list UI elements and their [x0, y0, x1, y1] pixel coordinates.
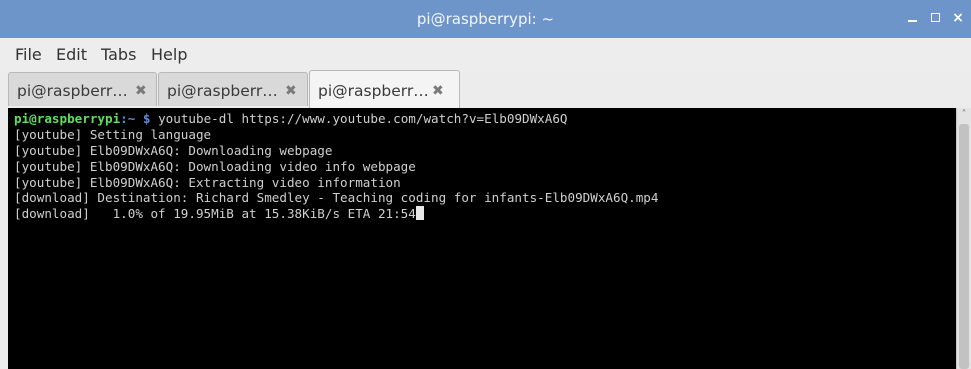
terminal-output-area[interactable]: pi@raspberrypi:~ $ youtube-dl https://ww…: [8, 108, 956, 369]
terminal-tab-3-active[interactable]: pi@raspberr… ✖: [309, 70, 460, 108]
menu-file[interactable]: File: [15, 38, 42, 72]
output-line: [youtube] Setting language: [14, 126, 212, 142]
terminal-tab-2[interactable]: pi@raspberr… ✖: [158, 72, 308, 106]
menu-edit[interactable]: Edit: [56, 38, 87, 72]
command-line: pi@raspberrypi:~ $ youtube-dl https://ww…: [14, 111, 658, 127]
minimize-button[interactable]: [904, 9, 922, 27]
text-cursor: [415, 206, 424, 221]
close-icon: ×: [952, 10, 964, 26]
menu-bar: File Edit Tabs Help: [0, 38, 971, 72]
terminal-window: pi@raspberrypi: ~ × File Edit Tabs Help …: [0, 0, 971, 369]
output-line: [youtube] Elb09DWxA6Q: Downloading webpa…: [14, 142, 333, 158]
tab-label: pi@raspberr…: [318, 82, 429, 100]
tab-bar: pi@raspberr… ✖ pi@raspberr… ✖ pi@raspber…: [0, 70, 971, 108]
menu-tabs[interactable]: Tabs: [101, 38, 136, 72]
tab-close-icon[interactable]: ✖: [135, 73, 147, 107]
maximize-icon: [931, 13, 940, 22]
minimize-icon: [908, 20, 917, 22]
progress-line: [download] 1.0% of 19.95MiB at 15.38KiB/…: [14, 206, 658, 222]
tab-label: pi@raspberr…: [17, 82, 128, 100]
maximize-button[interactable]: [927, 9, 945, 27]
progress-text: [download] 1.0% of 19.95MiB at 15.38KiB/…: [14, 206, 416, 222]
tab-close-icon[interactable]: ✖: [432, 71, 444, 105]
terminal-tab-1[interactable]: pi@raspberr… ✖: [8, 72, 157, 106]
prompt-path: :~ $: [120, 111, 151, 126]
command-text: youtube-dl https://www.youtube.com/watch…: [150, 111, 568, 126]
title-bar[interactable]: pi@raspberrypi: ~ ×: [0, 0, 971, 38]
tab-label: pi@raspberr…: [167, 82, 278, 100]
menu-help[interactable]: Help: [151, 38, 187, 72]
output-line: [youtube] Elb09DWxA6Q: Extracting video …: [14, 174, 401, 190]
scroll-thumb[interactable]: [959, 124, 969, 369]
window-title: pi@raspberrypi: ~: [416, 10, 555, 28]
prompt-user: pi@raspberrypi: [14, 111, 121, 126]
output-line: [youtube] Elb09DWxA6Q: Downloading video…: [14, 158, 416, 174]
tab-close-icon[interactable]: ✖: [285, 73, 297, 107]
vertical-scrollbar[interactable]: ˄: [956, 108, 971, 369]
output-line: [download] Destination: Richard Smedley …: [14, 190, 659, 206]
terminal-lines: pi@raspberrypi:~ $ youtube-dl https://ww…: [14, 111, 658, 222]
scroll-up-arrow-icon[interactable]: ˄: [959, 110, 969, 120]
close-button[interactable]: ×: [949, 9, 967, 27]
